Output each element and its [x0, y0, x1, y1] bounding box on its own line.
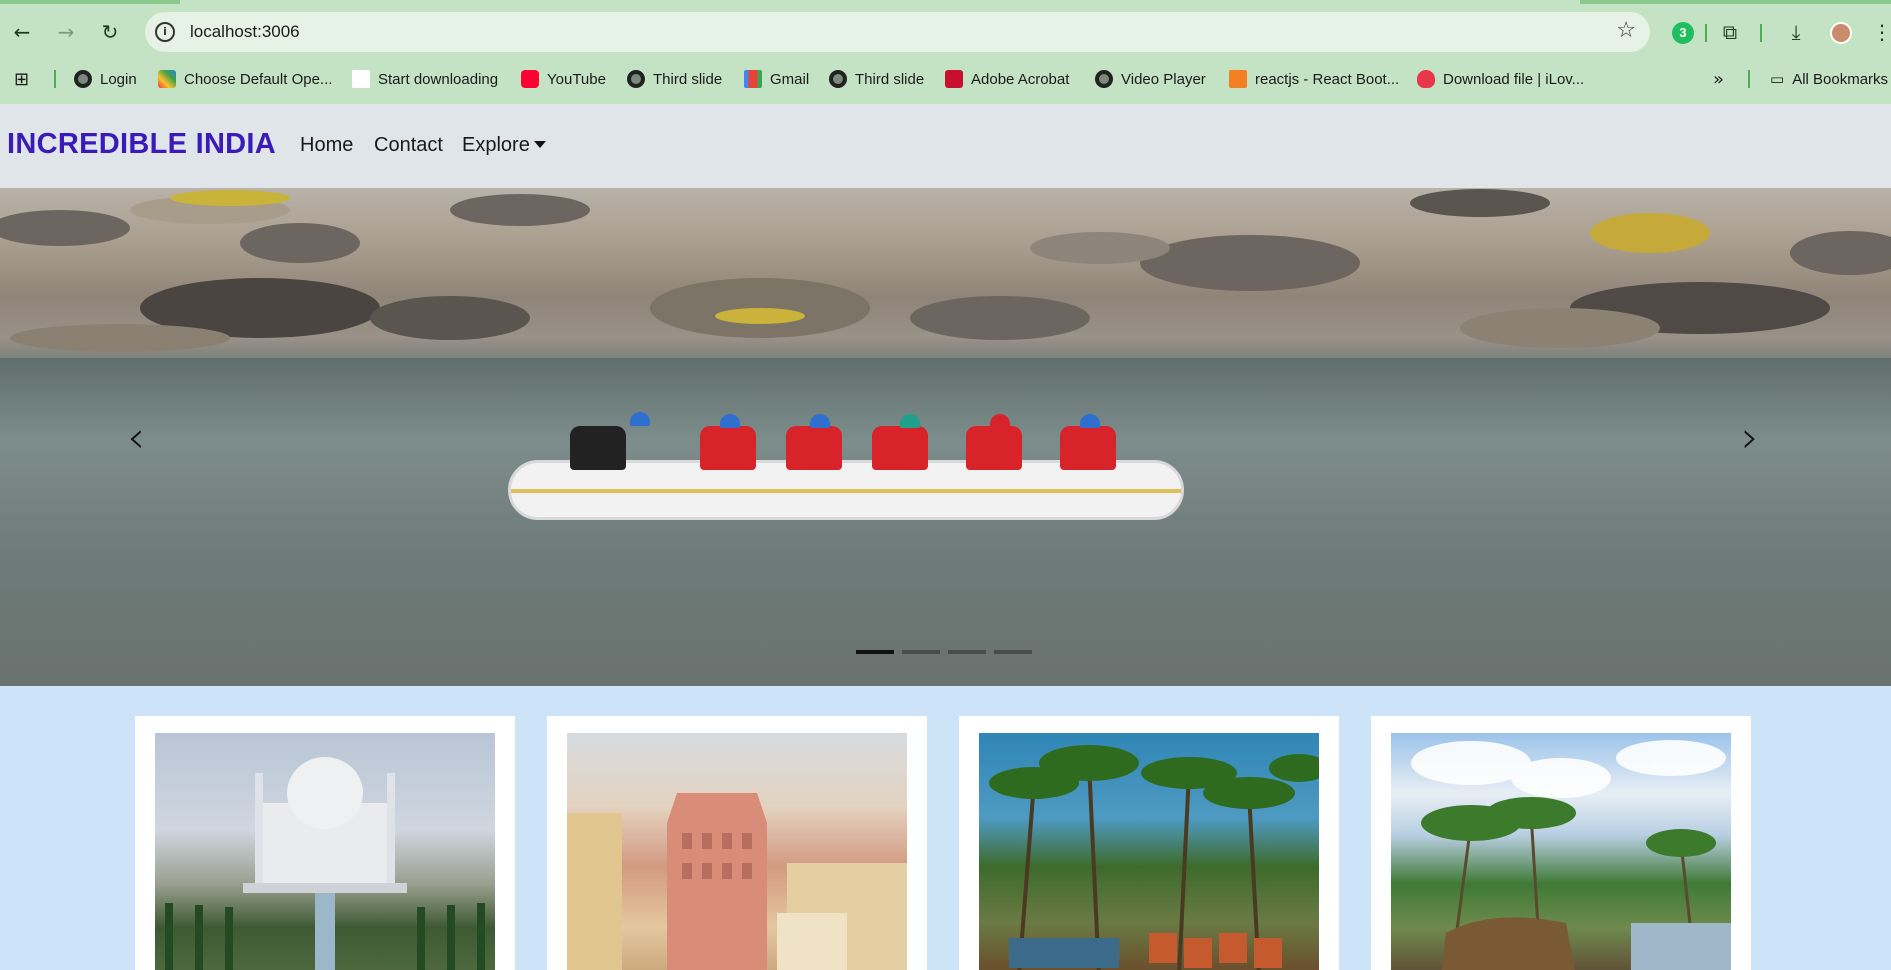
bookmark-item[interactable]: Adobe Acrobat: [945, 66, 1069, 92]
bookmark-item[interactable]: Video Player: [1095, 66, 1206, 92]
chevron-left-icon: ‹: [127, 411, 145, 463]
rafter: [1060, 426, 1116, 470]
chevron-right-icon: ›: [1741, 411, 1759, 463]
more-bookmarks-icon[interactable]: »: [1713, 66, 1724, 92]
toolbar-divider: [1705, 24, 1707, 42]
carousel-next-button[interactable]: ›: [1700, 188, 1800, 686]
bookmark-item[interactable]: Login: [74, 66, 137, 92]
helmet: [630, 412, 650, 426]
raft-stripe: [511, 489, 1181, 493]
hawa-mahal-image: [567, 733, 907, 970]
bookmark-item[interactable]: Third slide: [627, 66, 722, 92]
globe-icon: [627, 70, 645, 88]
helmet: [810, 414, 830, 428]
helmet: [990, 414, 1010, 428]
reload-icon[interactable]: ↻: [96, 18, 124, 46]
bookmark-item[interactable]: Gmail: [744, 66, 809, 92]
address-bar[interactable]: i localhost:3006 ☆: [145, 12, 1650, 52]
apps-grid-icon[interactable]: ⊞: [14, 66, 29, 92]
river-water: [0, 358, 1891, 686]
extensions-puzzle-icon[interactable]: ⧉: [1716, 18, 1744, 46]
rafter: [570, 426, 626, 470]
palm-beach-image: [979, 733, 1319, 970]
blank-page-icon: [352, 70, 370, 88]
card-palm-beach[interactable]: [959, 716, 1339, 970]
globe-icon: [1095, 70, 1113, 88]
nav-explore-dropdown[interactable]: Explore: [462, 134, 546, 157]
folder-icon: ▭: [1770, 70, 1785, 88]
gmail-icon: [744, 70, 762, 88]
rafter: [786, 426, 842, 470]
nav-home[interactable]: Home: [300, 134, 353, 157]
bookmark-item[interactable]: Choose Default Ope...: [158, 66, 332, 92]
rafter: [700, 426, 756, 470]
browser-toolbar: ← → ↻ i localhost:3006 ☆ 3 ⧉ ⤓ ⋮: [0, 8, 1891, 56]
carousel-indicators: [856, 650, 1032, 654]
rafter: [966, 426, 1022, 470]
site-navbar: INCREDIBLE INDIA Home Contact Explore: [0, 104, 1891, 188]
site-icon: [158, 70, 176, 88]
helmet: [1080, 414, 1100, 428]
download-icon[interactable]: ⤓: [1782, 18, 1810, 46]
url-text[interactable]: localhost:3006: [190, 22, 300, 42]
helmet: [720, 414, 740, 428]
caret-down-icon: [533, 141, 546, 148]
carousel-indicator[interactable]: [994, 650, 1032, 654]
carousel-indicator[interactable]: [902, 650, 940, 654]
brand-logo[interactable]: INCREDIBLE INDIA: [7, 128, 276, 161]
back-icon[interactable]: ←: [8, 18, 36, 46]
card-hawa-mahal[interactable]: [547, 716, 927, 970]
youtube-icon: [521, 70, 539, 88]
heart-icon: [1417, 70, 1435, 88]
bookmark-item[interactable]: reactjs - React Boot...: [1229, 66, 1399, 92]
stackoverflow-icon: [1229, 70, 1247, 88]
tab-strip: [0, 0, 1891, 4]
globe-icon: [829, 70, 847, 88]
profile-avatar[interactable]: [1830, 22, 1852, 44]
toolbar-divider: [1760, 24, 1762, 42]
browser-chrome: ← → ↻ i localhost:3006 ☆ 3 ⧉ ⤓ ⋮ ⊞ Login…: [0, 0, 1891, 104]
active-tab[interactable]: [180, 0, 1580, 4]
bookmarks-divider: [1748, 70, 1750, 88]
bookmark-item[interactable]: YouTube: [521, 66, 606, 92]
card-taj-mahal[interactable]: [135, 716, 515, 970]
rafter: [872, 426, 928, 470]
bookmarks-bar: ⊞ Login Choose Default Ope... Start down…: [0, 62, 1891, 96]
globe-icon: [74, 70, 92, 88]
all-bookmarks[interactable]: ▭ All Bookmarks: [1770, 66, 1888, 92]
taj-mahal-image: [155, 733, 495, 970]
rocky-shore: [0, 189, 1891, 352]
acrobat-icon: [945, 70, 963, 88]
kerala-illustration: [1411, 740, 1731, 970]
hero-carousel: ‹ ›: [0, 188, 1891, 686]
carousel-indicator[interactable]: [856, 650, 894, 654]
extension-badge-icon[interactable]: 3: [1672, 22, 1694, 44]
hawa-mahal-illustration: [567, 793, 907, 970]
bookmark-item[interactable]: Start downloading: [352, 66, 498, 92]
site-info-icon[interactable]: i: [155, 22, 175, 42]
menu-icon[interactable]: ⋮: [1868, 18, 1891, 46]
destination-cards: [0, 686, 1891, 970]
bookmark-item[interactable]: Third slide: [829, 66, 924, 92]
carousel-indicator[interactable]: [948, 650, 986, 654]
bookmarks-divider: [54, 70, 56, 88]
nav-contact[interactable]: Contact: [374, 134, 443, 157]
forward-icon[interactable]: →: [52, 18, 80, 46]
helmet: [900, 414, 920, 428]
bookmark-item[interactable]: Download file | iLov...: [1417, 66, 1584, 92]
kerala-backwaters-image: [1391, 733, 1731, 970]
palm-beach-illustration: [989, 745, 1319, 970]
taj-mahal-illustration: [165, 757, 485, 970]
card-kerala-backwaters[interactable]: [1371, 716, 1751, 970]
bookmark-star-icon[interactable]: ☆: [1616, 18, 1636, 43]
carousel-prev-button[interactable]: ‹: [86, 188, 186, 686]
